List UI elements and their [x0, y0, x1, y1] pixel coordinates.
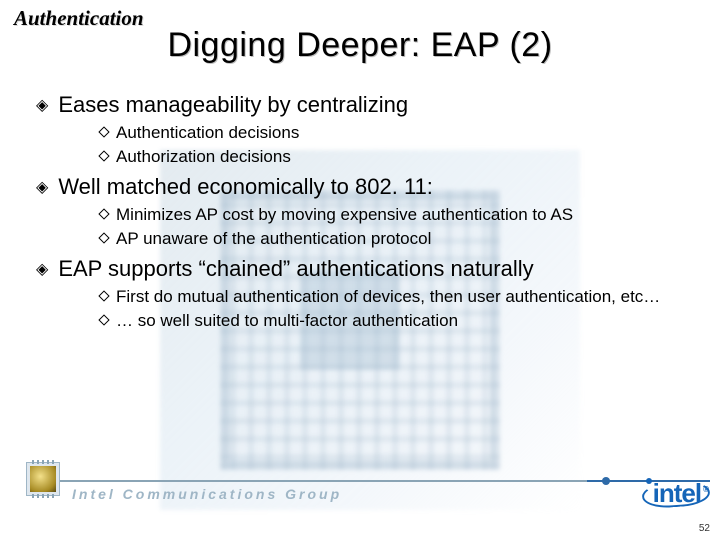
page-number: 52: [699, 523, 710, 534]
sub-list-item: Authorization decisions: [100, 146, 684, 168]
intel-logo: intel®: [646, 478, 708, 509]
intel-dot-icon: [646, 478, 652, 484]
sub-list-item-text: Authorization decisions: [116, 146, 291, 168]
list-item-text: Eases manageability by centralizing: [58, 92, 408, 118]
sub-list-item-text: AP unaware of the authentication protoco…: [116, 228, 431, 250]
sub-list-item: Authentication decisions: [100, 122, 684, 144]
sub-list-item: … so well suited to multi-factor authent…: [100, 310, 684, 332]
bullet-open-diamond-icon: [98, 291, 109, 302]
bullet-open-diamond-icon: [98, 315, 109, 326]
list-item: ◈ EAP supports “chained” authentications…: [36, 256, 684, 284]
sub-list: Authentication decisions Authorization d…: [100, 122, 684, 168]
bullet-open-diamond-icon: [98, 233, 109, 244]
bullet-filled-diamond-icon: ◈: [36, 256, 48, 284]
sub-list-item: First do mutual authentication of device…: [100, 286, 684, 308]
registered-mark: ®: [703, 485, 708, 494]
list-item-text: Well matched economically to 802. 11:: [58, 174, 433, 200]
slide-title: Digging Deeper: EAP (2): [0, 26, 720, 65]
sub-list: First do mutual authentication of device…: [100, 286, 684, 332]
list-item: ◈ Well matched economically to 802. 11:: [36, 174, 684, 202]
list-item: ◈ Eases manageability by centralizing: [36, 92, 684, 120]
sub-list-item: AP unaware of the authentication protoco…: [100, 228, 684, 250]
footer-divider: [26, 480, 710, 482]
footer-group-name: Intel Communications Group: [72, 486, 342, 502]
sub-list-item-text: Minimizes AP cost by moving expensive au…: [116, 204, 573, 226]
bullet-open-diamond-icon: [98, 209, 109, 220]
bullet-open-diamond-icon: [98, 126, 109, 137]
slide-footer: Intel Communications Group intel®: [0, 474, 720, 518]
bullet-filled-diamond-icon: ◈: [36, 174, 48, 202]
sub-list-item-text: Authentication decisions: [116, 122, 299, 144]
bullet-filled-diamond-icon: ◈: [36, 92, 48, 120]
list-item-text: EAP supports “chained” authentications n…: [58, 256, 533, 282]
bullet-open-diamond-icon: [98, 150, 109, 161]
slide-content: Authentication Digging Deeper: EAP (2) ◈…: [0, 0, 720, 540]
bullet-list: ◈ Eases manageability by centralizing Au…: [36, 86, 684, 339]
sub-list-item-text: … so well suited to multi-factor authent…: [116, 310, 458, 332]
chip-icon: [30, 466, 56, 492]
intel-logo-text: intel: [653, 478, 701, 508]
sub-list-item-text: First do mutual authentication of device…: [116, 286, 660, 308]
sub-list: Minimizes AP cost by moving expensive au…: [100, 204, 684, 250]
sub-list-item: Minimizes AP cost by moving expensive au…: [100, 204, 684, 226]
